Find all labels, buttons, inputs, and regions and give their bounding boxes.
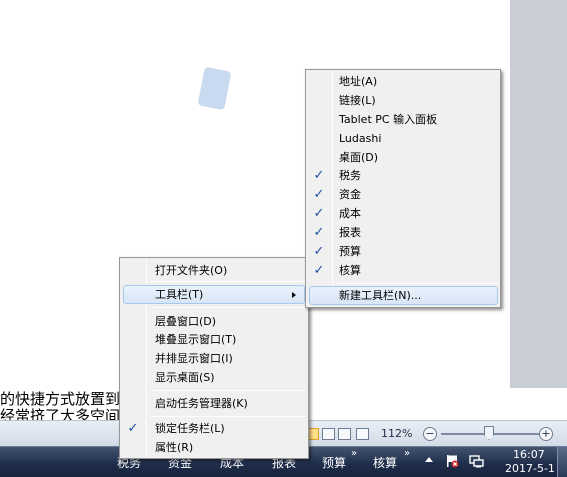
show-desktop-button[interactable] <box>557 447 567 477</box>
zoom-slider-thumb[interactable] <box>484 426 494 440</box>
check-icon: ✓ <box>127 421 139 436</box>
menu-item-open-folder[interactable]: 打开文件夹(O) <box>155 261 227 280</box>
submenu-item-ludashi[interactable]: Ludashi <box>339 129 381 148</box>
submenu-item-report[interactable]: 报表 <box>339 223 361 242</box>
menu-icon-gutter <box>332 72 333 305</box>
check-icon: ✓ <box>313 225 325 240</box>
toolbars-submenu: 地址(A) 链接(L) Tablet PC 输入面板 Ludashi 桌面(D)… <box>305 69 501 308</box>
check-icon: ✓ <box>313 187 325 202</box>
menu-item-toolbars[interactable]: 工具栏(T) <box>123 285 305 304</box>
submenu-item-links[interactable]: 链接(L) <box>339 91 376 110</box>
submenu-item-budget[interactable]: 预算 <box>339 242 361 261</box>
document-text-line: 的快捷方式放置到 <box>0 391 121 408</box>
zoom-level[interactable]: 112% <box>381 427 412 440</box>
check-icon: ✓ <box>313 206 325 221</box>
menu-separator <box>150 416 306 417</box>
submenu-item-tax[interactable]: 税务 <box>339 166 361 185</box>
outline-view-icon[interactable] <box>356 428 369 440</box>
zoom-out-button[interactable]: − <box>423 427 437 441</box>
submenu-item-funds[interactable]: 资金 <box>339 185 361 204</box>
taskbar-context-menu: 打开文件夹(O) 工具栏(T) 层叠窗口(D) 堆叠显示窗口(T) 并排显示窗口… <box>119 257 309 459</box>
document-background <box>510 0 567 388</box>
taskbar-toolbar-budget[interactable]: 预算 <box>322 447 346 477</box>
submenu-item-tablet-pc-input-panel[interactable]: Tablet PC 输入面板 <box>339 110 437 129</box>
menu-item-show-windows-side-by-side[interactable]: 并排显示窗口(I) <box>155 349 233 368</box>
menu-separator <box>150 390 306 391</box>
show-hidden-icons-arrow-icon[interactable] <box>425 457 433 462</box>
menu-item-properties[interactable]: 属性(R) <box>155 438 193 457</box>
toolbar-overflow-chevron-icon[interactable]: » <box>351 449 357 459</box>
check-icon: ✓ <box>313 244 325 259</box>
submenu-item-accounting[interactable]: 核算 <box>339 261 361 280</box>
network-icon[interactable] <box>469 455 484 468</box>
menu-separator <box>150 307 306 308</box>
clock-date[interactable]: 2017-5-1 <box>505 462 555 476</box>
menu-separator <box>336 283 498 284</box>
chevron-right-icon <box>292 292 296 298</box>
submenu-item-address[interactable]: 地址(A) <box>339 72 377 91</box>
menu-item-cascade-windows[interactable]: 层叠窗口(D) <box>155 312 216 331</box>
full-screen-reading-view-icon[interactable] <box>322 428 335 440</box>
menu-item-show-windows-stacked[interactable]: 堆叠显示窗口(T) <box>155 330 236 349</box>
menu-item-show-desktop[interactable]: 显示桌面(S) <box>155 368 215 387</box>
submenu-item-new-toolbar[interactable]: 新建工具栏(N)... <box>309 286 498 305</box>
check-icon: ✓ <box>313 168 325 183</box>
menu-item-label: 工具栏(T) <box>155 288 204 301</box>
action-center-flag-icon[interactable] <box>446 454 459 468</box>
menu-item-start-task-manager[interactable]: 启动任务管理器(K) <box>155 394 248 413</box>
submenu-item-cost[interactable]: 成本 <box>339 204 361 223</box>
clock-time[interactable]: 16:07 <box>513 448 545 462</box>
menu-separator <box>150 281 306 282</box>
toolbar-overflow-chevron-icon[interactable]: » <box>404 449 410 459</box>
check-icon: ✓ <box>313 263 325 278</box>
web-layout-view-icon[interactable] <box>338 428 351 440</box>
menu-item-lock-taskbar[interactable]: 锁定任务栏(L) <box>155 419 225 438</box>
zoom-in-button[interactable]: + <box>539 427 553 441</box>
taskbar-toolbar-accounting[interactable]: 核算 <box>373 447 397 477</box>
submenu-item-desktop[interactable]: 桌面(D) <box>339 148 378 167</box>
